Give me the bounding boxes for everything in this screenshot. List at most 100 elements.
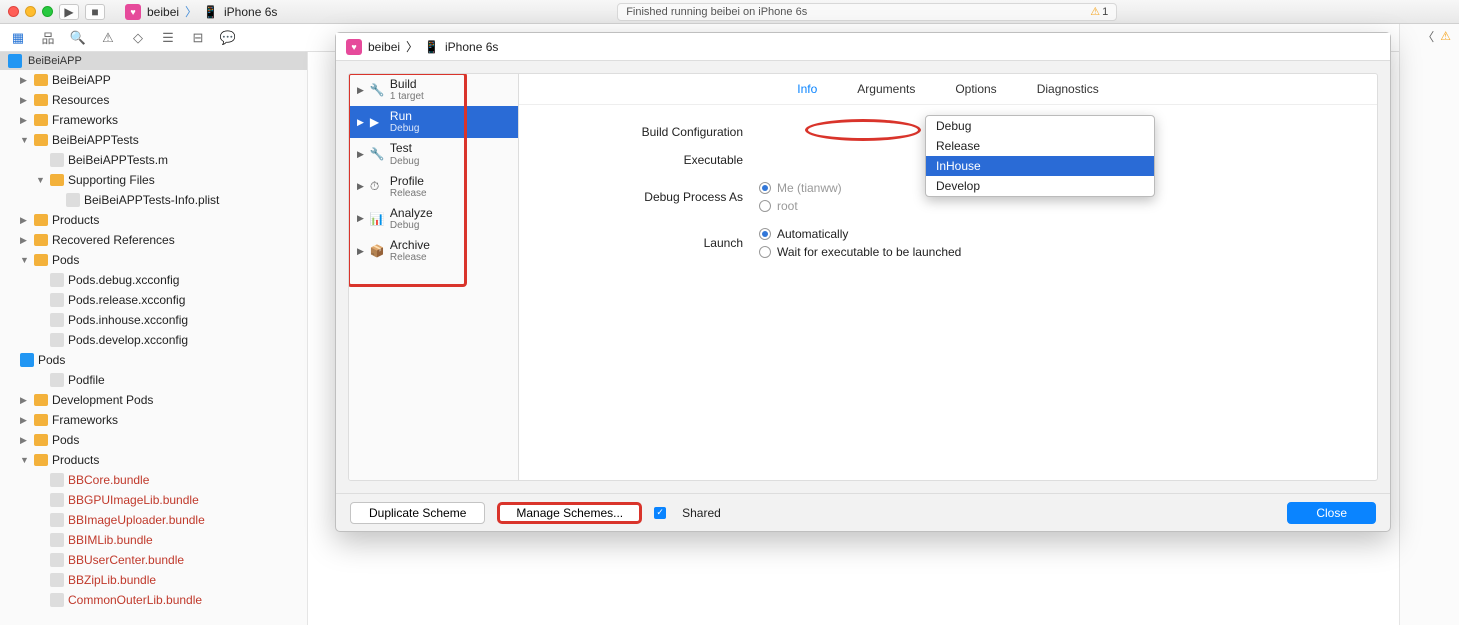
nav-item[interactable]: Pods.debug.xcconfig: [0, 270, 307, 290]
nav-item-label: BBIMLib.bundle: [68, 533, 153, 547]
crumb-device[interactable]: iPhone 6s: [445, 40, 498, 54]
disclosure-icon[interactable]: ▼: [20, 135, 30, 145]
warning-badge[interactable]: ⚠ 1: [1090, 5, 1108, 18]
disclosure-icon[interactable]: ▶: [357, 213, 364, 224]
scheme-action-test[interactable]: ▶ 🔧 TestDebug: [349, 138, 518, 170]
tab-options[interactable]: Options: [955, 82, 996, 96]
scheme-action-subtitle: Debug: [390, 156, 419, 167]
tab-diagnostics[interactable]: Diagnostics: [1037, 82, 1099, 96]
project-navigator-icon[interactable]: ▦: [10, 30, 26, 46]
debug-navigator-icon[interactable]: ☰: [160, 30, 176, 46]
disclosure-icon[interactable]: ▶: [20, 415, 30, 426]
run-button[interactable]: ▶: [59, 4, 79, 20]
window-titlebar: ▶ ■ ♥ beibei 〉 📱 iPhone 6s Finished runn…: [0, 0, 1459, 24]
stop-button[interactable]: ■: [85, 4, 105, 20]
nav-item[interactable]: ▼Pods: [0, 250, 307, 270]
disclosure-icon[interactable]: ▶: [357, 117, 364, 128]
issue-navigator-icon[interactable]: ⚠: [100, 30, 116, 46]
disclosure-icon[interactable]: ▶: [20, 95, 30, 106]
disclosure-icon[interactable]: ▶: [20, 395, 30, 406]
scheme-name[interactable]: beibei: [147, 5, 179, 19]
radio-launch-auto[interactable]: [759, 228, 771, 240]
radio-root[interactable]: [759, 200, 771, 212]
disclosure-icon[interactable]: ▼: [20, 255, 30, 265]
nav-item[interactable]: ▶Development Pods: [0, 390, 307, 410]
disclosure-icon[interactable]: ▶: [357, 85, 364, 96]
disclosure-icon[interactable]: ▼: [20, 455, 30, 465]
device-name[interactable]: iPhone 6s: [224, 5, 277, 19]
nav-item-label: Products: [52, 453, 99, 467]
duplicate-scheme-button[interactable]: Duplicate Scheme: [350, 502, 485, 524]
shared-checkbox[interactable]: ✓: [654, 507, 666, 519]
nav-item[interactable]: Pods.develop.xcconfig: [0, 330, 307, 350]
symbol-navigator-icon[interactable]: 品: [40, 30, 56, 46]
build-config-option-develop[interactable]: Develop: [926, 176, 1154, 196]
warning-icon[interactable]: ⚠: [1440, 29, 1451, 43]
nav-item[interactable]: ▶Products: [0, 210, 307, 230]
build-config-option-inhouse[interactable]: InHouse: [926, 156, 1154, 176]
disclosure-icon[interactable]: ▶: [20, 115, 30, 126]
disclosure-icon[interactable]: ▶: [357, 246, 364, 257]
nav-item-label: BeiBeiAPPTests: [52, 133, 139, 147]
minimize-window-icon[interactable]: [25, 6, 36, 17]
nav-item[interactable]: BBUserCenter.bundle: [0, 550, 307, 570]
nav-item[interactable]: Pods.inhouse.xcconfig: [0, 310, 307, 330]
scheme-action-profile[interactable]: ▶ ⏱ ProfileRelease: [349, 171, 518, 203]
nav-item[interactable]: ▼ Products: [0, 450, 307, 470]
search-icon[interactable]: 🔍: [70, 30, 86, 46]
chevron-right-icon: 〉: [185, 3, 197, 20]
disclosure-icon[interactable]: ▶: [357, 149, 364, 160]
disclosure-icon[interactable]: ▶: [20, 235, 30, 246]
scheme-action-subtitle: 1 target: [390, 91, 424, 102]
nav-item[interactable]: BBZipLib.bundle: [0, 570, 307, 590]
tab-arguments[interactable]: Arguments: [857, 82, 915, 96]
scheme-action-build[interactable]: ▶ 🔧 Build1 target: [349, 74, 518, 106]
nav-item[interactable]: ▶Resources: [0, 90, 307, 110]
nav-item[interactable]: CommonOuterLib.bundle: [0, 590, 307, 610]
traffic-lights: [8, 6, 53, 17]
build-config-option-debug[interactable]: Debug: [926, 116, 1154, 136]
build-config-option-release[interactable]: Release: [926, 136, 1154, 156]
nav-item[interactable]: Podfile: [0, 370, 307, 390]
close-button[interactable]: Close: [1287, 502, 1376, 524]
scheme-action-run[interactable]: ▶ ▶ RunDebug: [349, 106, 518, 138]
disclosure-icon[interactable]: ▶: [357, 181, 364, 192]
disclosure-icon[interactable]: ▶: [20, 215, 30, 226]
nav-item[interactable]: BBImageUploader.bundle: [0, 510, 307, 530]
disclosure-icon[interactable]: ▼: [36, 175, 46, 185]
nav-item[interactable]: ▶Pods: [0, 430, 307, 450]
scheme-action-archive[interactable]: ▶ 📦 ArchiveRelease: [349, 235, 518, 267]
radio-me[interactable]: [759, 182, 771, 194]
nav-item[interactable]: ▼ Supporting Files: [0, 170, 307, 190]
scheme-action-subtitle: Debug: [390, 123, 419, 134]
crumb-project[interactable]: beibei: [368, 40, 400, 54]
nav-item[interactable]: ▶Frameworks: [0, 110, 307, 130]
nav-item[interactable]: BeiBeiAPPTests.m: [0, 150, 307, 170]
nav-item[interactable]: ▶BeiBeiAPP: [0, 70, 307, 90]
test-navigator-icon[interactable]: ◇: [130, 30, 146, 46]
nav-item[interactable]: Pods: [0, 350, 307, 370]
nav-item[interactable]: BBCore.bundle: [0, 470, 307, 490]
scheme-action-analyze[interactable]: ▶ 📊 AnalyzeDebug: [349, 203, 518, 235]
nav-item[interactable]: ▶Frameworks: [0, 410, 307, 430]
breakpoint-navigator-icon[interactable]: ⊟: [190, 30, 206, 46]
build-configuration-dropdown[interactable]: DebugReleaseInHouseDevelop: [925, 115, 1155, 197]
report-navigator-icon[interactable]: 💬: [220, 30, 236, 46]
radio-launch-wait[interactable]: [759, 246, 771, 258]
nav-item[interactable]: ▶Recovered References: [0, 230, 307, 250]
nav-item[interactable]: Pods.release.xcconfig: [0, 290, 307, 310]
manage-schemes-button[interactable]: Manage Schemes...: [497, 502, 642, 524]
zoom-window-icon[interactable]: [42, 6, 53, 17]
nav-item[interactable]: ▼ BeiBeiAPPTests: [0, 130, 307, 150]
disclosure-icon[interactable]: ▶: [20, 435, 30, 446]
tab-info[interactable]: Info: [797, 82, 817, 96]
launch-auto-label: Automatically: [777, 227, 848, 241]
nav-item[interactable]: BeiBeiAPPTests-Info.plist: [0, 190, 307, 210]
close-window-icon[interactable]: [8, 6, 19, 17]
nav-item[interactable]: BBGPUImageLib.bundle: [0, 490, 307, 510]
back-icon[interactable]: 〈: [1422, 28, 1434, 45]
project-root[interactable]: BeiBeiAPP: [0, 52, 307, 70]
nav-item[interactable]: BBIMLib.bundle: [0, 530, 307, 550]
nav-item-label: Supporting Files: [68, 173, 155, 187]
disclosure-icon[interactable]: ▶: [20, 75, 30, 86]
